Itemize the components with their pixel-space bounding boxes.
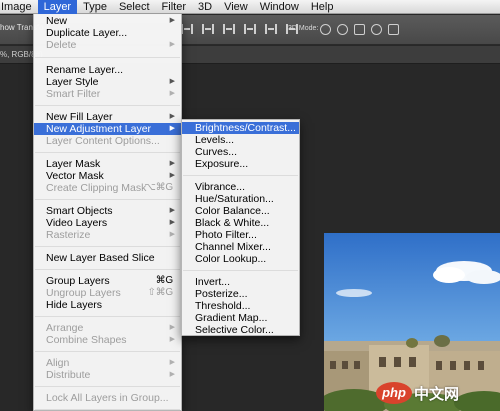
menu-item-new-adjustment-layer[interactable]: New Adjustment Layer ▶ xyxy=(34,123,181,135)
3d-mode-label: 3D Mode: xyxy=(288,25,319,32)
menu-item-delete[interactable]: Delete ▶ xyxy=(34,39,181,51)
menu-item-hide-layers[interactable]: Hide Layers xyxy=(34,299,181,311)
submenu-item-vibrance[interactable]: Vibrance... xyxy=(182,181,299,193)
distribute-left-icon[interactable] xyxy=(244,24,256,34)
submenu-arrow-icon: ▶ xyxy=(169,324,175,331)
watermark-text: 中文网 xyxy=(414,385,460,403)
menu-item-layer-content-options[interactable]: Layer Content Options... xyxy=(34,135,181,147)
submenu-item-hue-saturation[interactable]: Hue/Saturation... xyxy=(182,193,299,205)
menu-item-duplicate-layer[interactable]: Duplicate Layer... xyxy=(34,27,181,39)
menu-item-layer-mask[interactable]: Layer Mask ▶ xyxy=(34,158,181,170)
menu-item-smart-objects[interactable]: Smart Objects ▶ xyxy=(34,205,181,217)
menu-separator xyxy=(35,199,180,200)
align-vcenter-icon[interactable] xyxy=(202,24,214,34)
submenu-item-invert[interactable]: Invert... xyxy=(182,276,299,288)
menu-item-create-clipping-mask[interactable]: Create Clipping Mask ⌥⌘G xyxy=(34,182,181,194)
menu-view[interactable]: View xyxy=(218,0,254,14)
menu-separator xyxy=(183,175,298,176)
menu-filter[interactable]: Filter xyxy=(156,0,192,14)
menu-item-distribute[interactable]: Distribute ▶ xyxy=(34,369,181,381)
submenu-item-black-white[interactable]: Black & White... xyxy=(182,217,299,229)
menu-separator xyxy=(35,152,180,153)
submenu-item-color-balance[interactable]: Color Balance... xyxy=(182,205,299,217)
menu-item-align[interactable]: Align ▶ xyxy=(34,357,181,369)
menu-separator xyxy=(35,409,180,410)
align-bottom-icon[interactable] xyxy=(223,24,235,34)
submenu-arrow-icon: ▶ xyxy=(169,172,175,179)
slide-3d-icon[interactable] xyxy=(371,24,382,35)
submenu-arrow-icon: ▶ xyxy=(169,41,175,48)
menu-help[interactable]: Help xyxy=(305,0,340,14)
submenu-item-posterize[interactable]: Posterize... xyxy=(182,288,299,300)
menu-item-ungroup-layers[interactable]: Ungroup Layers ⇧⌘G xyxy=(34,287,181,299)
shortcut-label: ⌥⌘G xyxy=(144,182,173,193)
menu-type[interactable]: Type xyxy=(77,0,113,14)
menu-select[interactable]: Select xyxy=(113,0,156,14)
submenu-item-gradient-map[interactable]: Gradient Map... xyxy=(182,312,299,324)
menu-item-arrange[interactable]: Arrange ▶ xyxy=(34,322,181,334)
roll-3d-icon[interactable] xyxy=(337,24,348,35)
submenu-arrow-icon: ▶ xyxy=(169,17,175,24)
submenu-item-photo-filter[interactable]: Photo Filter... xyxy=(182,229,299,241)
submenu-arrow-icon: ▶ xyxy=(169,219,175,226)
3d-mode-tools xyxy=(320,24,399,35)
menu-item-smart-filter[interactable]: Smart Filter ▶ xyxy=(34,88,181,100)
menu-item-layer-style[interactable]: Layer Style ▶ xyxy=(34,76,181,88)
submenu-arrow-icon: ▶ xyxy=(169,90,175,97)
menu-separator xyxy=(35,105,180,106)
shortcut-label: ⌘G xyxy=(155,275,174,286)
menu-item-vector-mask[interactable]: Vector Mask ▶ xyxy=(34,170,181,182)
align-buttons xyxy=(181,24,298,34)
menu-item-rename-layer[interactable]: Rename Layer... xyxy=(34,64,181,76)
submenu-item-channel-mixer[interactable]: Channel Mixer... xyxy=(182,241,299,253)
submenu-arrow-icon: ▶ xyxy=(169,359,175,366)
menu-separator xyxy=(35,386,180,387)
menu-item-rasterize[interactable]: Rasterize ▶ xyxy=(34,229,181,241)
submenu-item-exposure[interactable]: Exposure... xyxy=(182,158,299,170)
watermark: php 中文网 xyxy=(376,381,459,405)
menu-item-video-layers[interactable]: Video Layers ▶ xyxy=(34,217,181,229)
submenu-item-color-lookup[interactable]: Color Lookup... xyxy=(182,253,299,265)
menu-item-new[interactable]: New ▶ xyxy=(34,15,181,27)
submenu-item-selective-color[interactable]: Selective Color... xyxy=(182,324,299,336)
menu-layer[interactable]: Layer xyxy=(37,0,78,14)
adjustment-layer-submenu: Brightness/Contrast... Levels... Curves.… xyxy=(181,119,300,336)
menu-item-group-layers[interactable]: Group Layers ⌘G xyxy=(34,275,181,287)
submenu-arrow-icon: ▶ xyxy=(169,160,175,167)
submenu-arrow-icon: ▶ xyxy=(169,125,175,132)
shortcut-label: ⇧⌘G xyxy=(147,287,173,298)
menu-item-new-layer-based-slice[interactable]: New Layer Based Slice xyxy=(34,252,181,264)
submenu-item-threshold[interactable]: Threshold... xyxy=(182,300,299,312)
menu-separator xyxy=(35,269,180,270)
submenu-item-levels[interactable]: Levels... xyxy=(182,134,299,146)
menu-3d[interactable]: 3D xyxy=(192,0,218,14)
menu-item-new-fill-layer[interactable]: New Fill Layer ▶ xyxy=(34,111,181,123)
distribute-hcenter-icon[interactable] xyxy=(265,24,277,34)
layer-menu: New ▶ Duplicate Layer... Delete ▶ Rename L… xyxy=(33,13,182,411)
align-top-icon[interactable] xyxy=(181,24,193,34)
submenu-arrow-icon: ▶ xyxy=(169,336,175,343)
drag-3d-icon[interactable] xyxy=(354,24,365,35)
submenu-arrow-icon: ▶ xyxy=(169,113,175,120)
menu-window[interactable]: Window xyxy=(254,0,305,14)
submenu-item-curves[interactable]: Curves... xyxy=(182,146,299,158)
scale-3d-icon[interactable] xyxy=(388,24,399,35)
menu-separator xyxy=(35,351,180,352)
menu-separator xyxy=(35,246,180,247)
menu-item-lock-all-layers-in-group[interactable]: Lock All Layers in Group... xyxy=(34,392,181,404)
menu-item-combine-shapes[interactable]: Combine Shapes ▶ xyxy=(34,334,181,346)
rotate-3d-icon[interactable] xyxy=(320,24,331,35)
submenu-arrow-icon: ▶ xyxy=(169,231,175,238)
menu-separator xyxy=(35,316,180,317)
menu-separator xyxy=(35,57,180,58)
menu-bar: Image Layer Type Select Filter 3D View W… xyxy=(0,0,500,14)
menu-separator xyxy=(183,270,298,271)
php-logo: php xyxy=(376,382,412,404)
menu-image[interactable]: Image xyxy=(0,0,38,14)
submenu-arrow-icon: ▶ xyxy=(169,207,175,214)
submenu-arrow-icon: ▶ xyxy=(169,371,175,378)
submenu-item-brightness-contrast[interactable]: Brightness/Contrast... xyxy=(182,122,299,134)
submenu-arrow-icon: ▶ xyxy=(169,78,175,85)
